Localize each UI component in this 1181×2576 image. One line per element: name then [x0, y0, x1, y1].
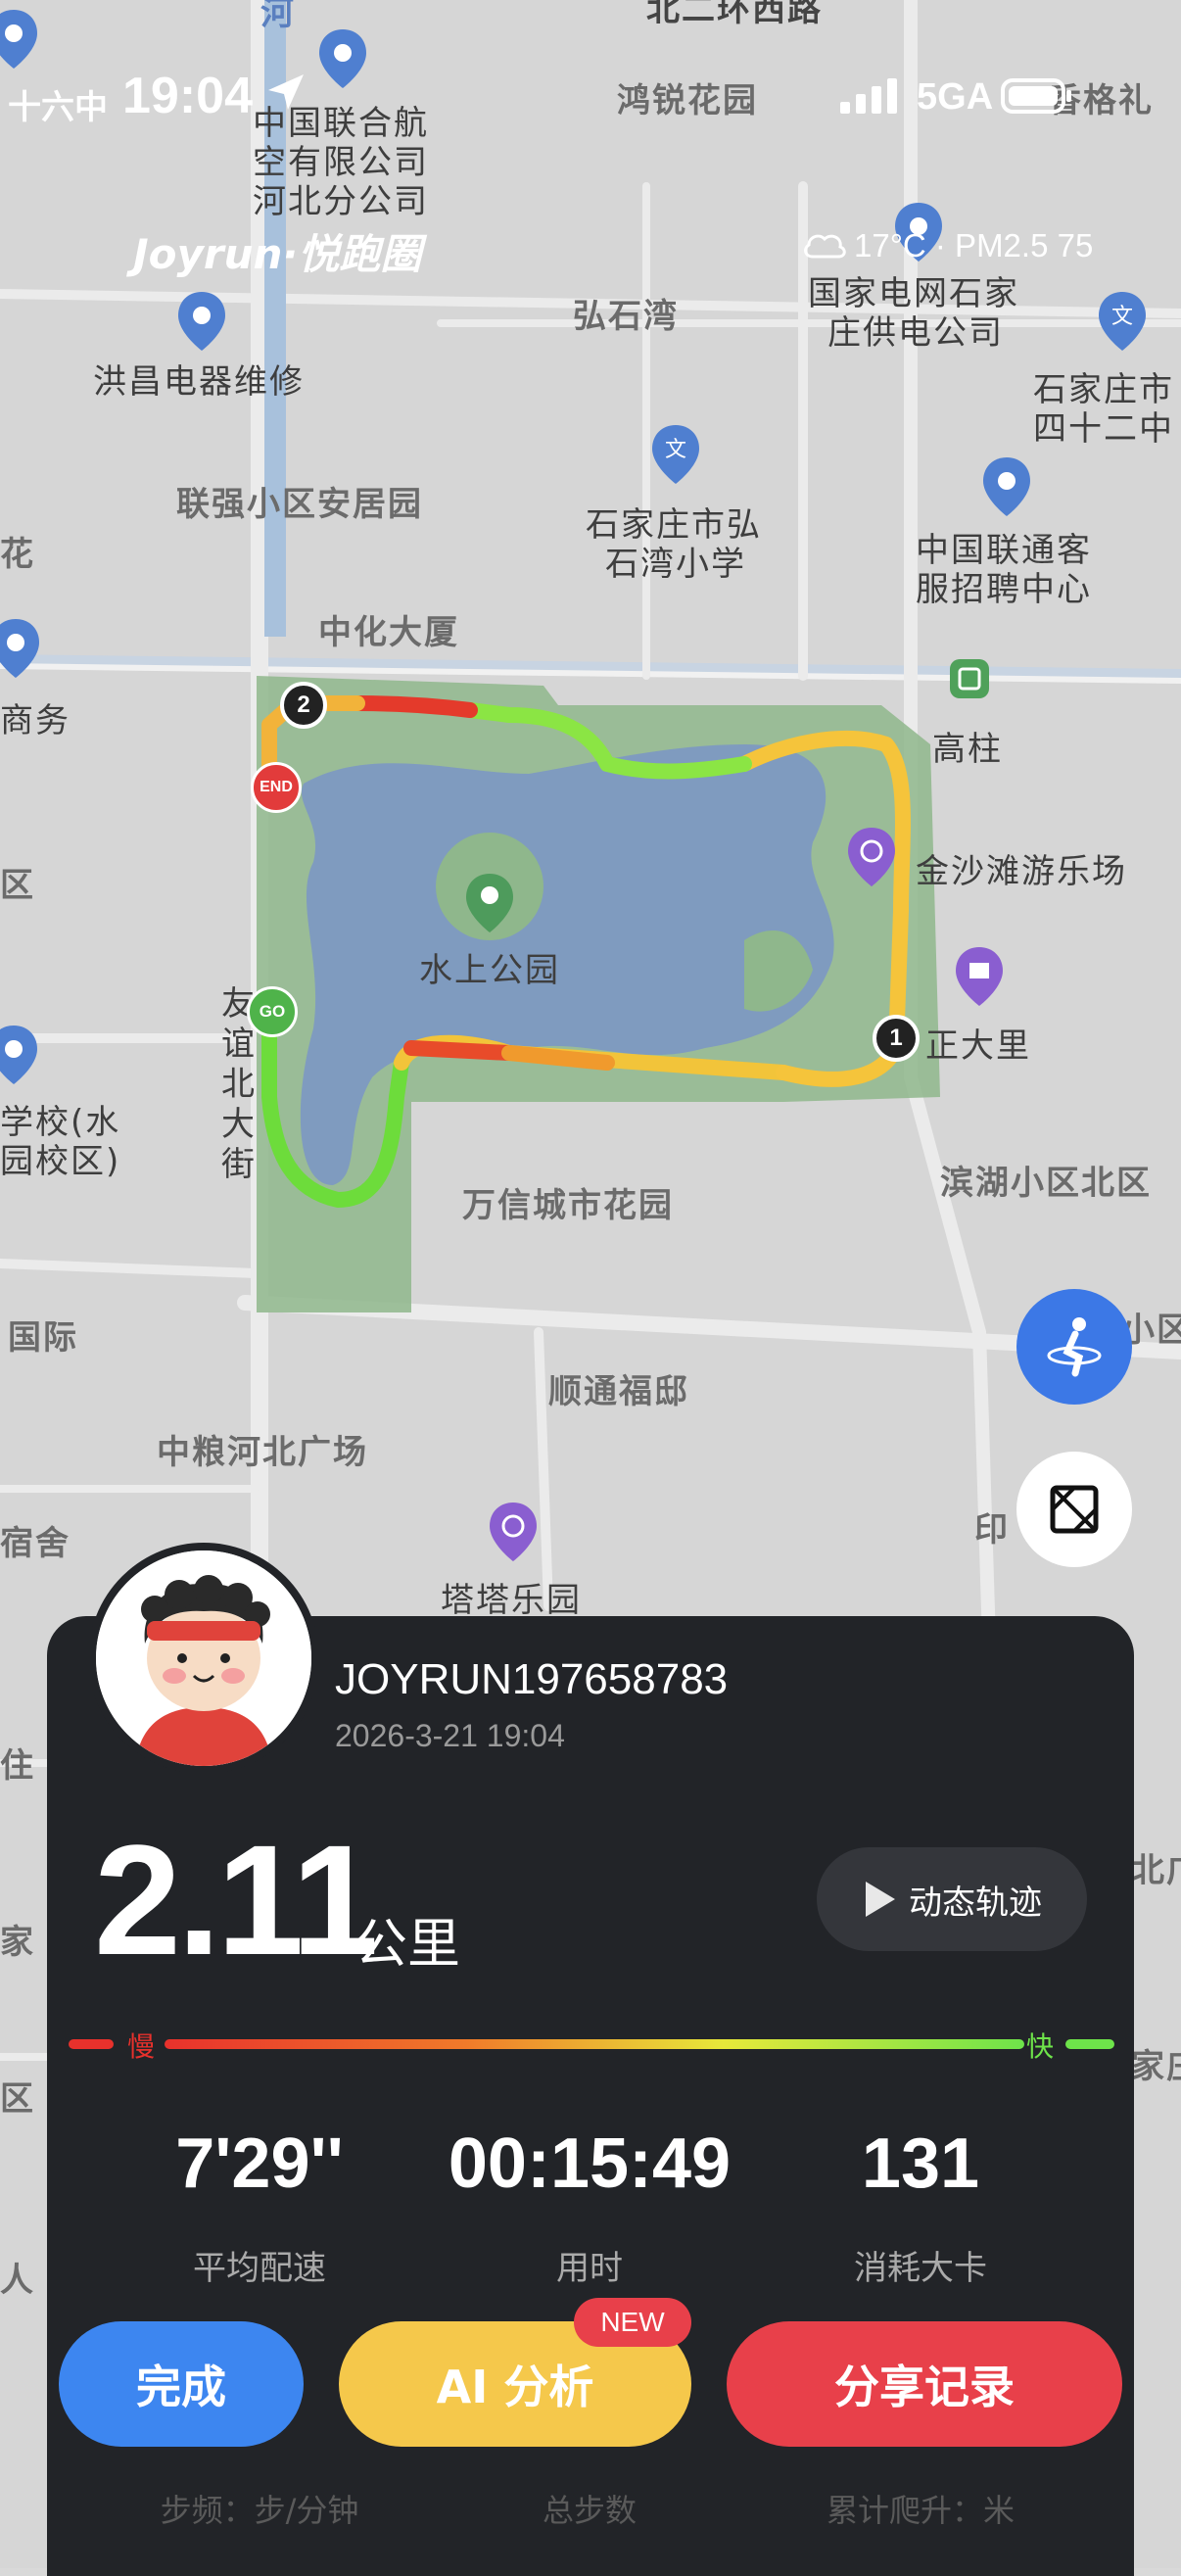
map-label-zhongliang: 中粮河北广场: [157, 1433, 368, 1472]
avatar[interactable]: [88, 1543, 319, 1774]
map-label-sushe: 宿舍: [0, 1524, 71, 1563]
avatar-illustration-icon: [96, 1550, 311, 1766]
speed-fast-label: 快: [1026, 2030, 1055, 2063]
map-label-wanxin: 万信城市花园: [462, 1186, 674, 1225]
cadence-label: 步频：步/分钟: [160, 2492, 359, 2529]
map-label-sjz-2: 四十二中: [1033, 409, 1174, 449]
map-label-guoji: 国际: [8, 1318, 78, 1358]
status-left-fragment: 十六中: [8, 88, 108, 127]
end-label: END: [260, 779, 293, 795]
map-label-hongchang: 洪昌电器维修: [93, 362, 305, 402]
map-label-shangwu: 商务: [0, 701, 71, 740]
map-label-grid-2: 庄供电公司: [827, 313, 1004, 353]
map-label-ren: 人: [0, 2261, 35, 2300]
route-km1-marker: 1: [873, 1015, 920, 1062]
avg-pace-value: 7'29'': [175, 2124, 344, 2203]
map-pin-icon[interactable]: [0, 1024, 41, 1086]
done-button[interactable]: 完成: [59, 2321, 304, 2447]
battery-icon: [1001, 78, 1071, 114]
map-label-hongshiwan: 弘石湾: [573, 297, 679, 336]
play-icon: [866, 1882, 895, 1917]
km1-label: 1: [889, 1025, 903, 1051]
map-label-gaozhu: 高柱: [932, 730, 1003, 769]
map-label-tata: 塔塔乐园: [441, 1581, 582, 1620]
map-label-jia2: 家庄: [1131, 2047, 1181, 2086]
park-pin-icon[interactable]: [462, 872, 517, 934]
weather-info: 17°C · PM2.5 75: [854, 227, 1094, 263]
km2-label: 2: [297, 692, 310, 718]
speed-legend-bar: [69, 2039, 1114, 2049]
duration-value: 00:15:49: [448, 2124, 732, 2203]
total-steps-label: 总步数: [542, 2492, 637, 2529]
map-label-qu2: 区: [0, 866, 35, 905]
climb-label: 累计爬升：米: [826, 2492, 1015, 2529]
brand-logo: Joyrun·悦跑圈: [133, 230, 422, 278]
map-label-park: 水上公园: [419, 951, 560, 990]
amusement-pin-icon[interactable]: [844, 826, 899, 888]
route-end-marker: END: [251, 762, 302, 813]
map-label-zhu: 住: [0, 1746, 35, 1786]
map-label-binhu: 滨湖小区北区: [940, 1164, 1152, 1203]
avg-pace-label: 平均配速: [193, 2249, 326, 2288]
cloud-icon: [804, 234, 846, 259]
map-pin-icon[interactable]: [315, 27, 370, 90]
distance-unit: 公里: [354, 1913, 460, 1975]
map-label-airline-3: 河北分公司: [253, 182, 429, 221]
route-start-marker: GO: [247, 986, 298, 1037]
layer-icon: [1050, 1485, 1099, 1534]
signal-icon: [840, 78, 897, 114]
status-time: 19:04: [122, 68, 253, 124]
dynamic-track-button[interactable]: 动态轨迹: [817, 1847, 1087, 1951]
calories-label: 消耗大卡: [854, 2249, 987, 2288]
shop-pin-icon[interactable]: [952, 945, 1007, 1008]
network-type: 5GA: [917, 76, 994, 118]
map-label-yin: 印: [974, 1510, 1010, 1550]
run-datetime: 2026-3-21 19:04: [335, 1718, 565, 1753]
map-label-jinsha: 金沙滩游乐场: [916, 852, 1127, 891]
route-km2-marker: 2: [280, 682, 327, 729]
user-name: JOYRUN197658783: [335, 1655, 729, 1703]
map-label-school-2: 石湾小学: [605, 545, 746, 584]
map-label-hongrui: 鸿锐花园: [617, 81, 758, 120]
new-badge: NEW: [574, 2298, 691, 2347]
map-label-xuexiao-2: 园校区): [0, 1142, 121, 1181]
map-layer-button[interactable]: [1016, 1452, 1132, 1567]
school-pin-icon[interactable]: 文: [1095, 290, 1150, 353]
map-label-top-road: 北二环西路: [646, 0, 823, 29]
dynamic-track-label: 动态轨迹: [909, 1883, 1042, 1923]
map-pin-icon[interactable]: [979, 455, 1034, 518]
runner-icon: [1047, 1317, 1102, 1377]
school-pin-icon[interactable]: 文: [648, 423, 703, 486]
duration-label: 用时: [556, 2249, 623, 2288]
amusement-pin-icon[interactable]: [486, 1501, 541, 1563]
map-label-zhengda: 正大里: [925, 1026, 1031, 1066]
calories-value: 131: [861, 2124, 980, 2203]
map-label-he: 河: [260, 0, 296, 33]
map-label-jia: 家: [0, 1923, 35, 1962]
location-arrow-icon: [268, 74, 304, 110]
map-label-hua: 花: [0, 535, 35, 574]
map-pin-icon[interactable]: [0, 8, 41, 71]
svg-text:文: 文: [665, 438, 686, 462]
map-label-qu: 区: [0, 2079, 35, 2119]
start-label: GO: [259, 1002, 286, 1021]
map-mode-button[interactable]: [1016, 1289, 1132, 1405]
map-label-lianqiang: 联强小区安居园: [176, 485, 423, 524]
map-pin-icon[interactable]: [0, 617, 43, 680]
distance-value: 2.11: [94, 1812, 379, 1987]
map-label-unicom-2: 服招聘中心: [916, 570, 1092, 609]
share-record-button[interactable]: 分享记录: [727, 2321, 1122, 2447]
map-label-shuntong: 顺通福邸: [548, 1372, 689, 1411]
map-pin-icon[interactable]: [174, 290, 229, 353]
map-label-zhonghua: 中化大厦: [318, 613, 459, 652]
svg-text:文: 文: [1111, 305, 1133, 329]
map-label-bei: 北广: [1131, 1851, 1181, 1890]
speed-slow-label: 慢: [127, 2030, 156, 2063]
